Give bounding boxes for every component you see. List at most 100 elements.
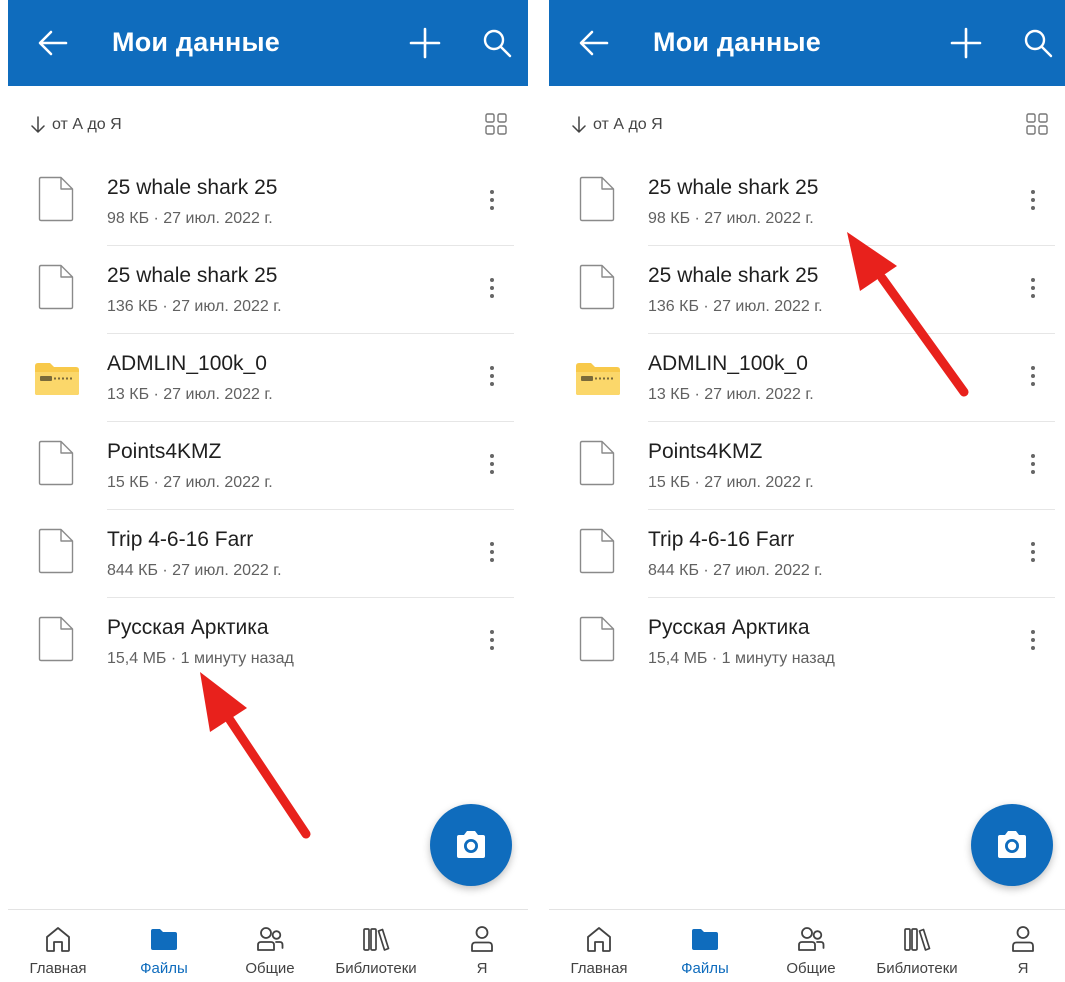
file-name: ADMLIN_100k_0 [648,352,808,375]
file-meta: 15,4 МБ · 1 минуту назад [107,650,294,667]
nav-label: Файлы [140,960,188,977]
nav-item-me[interactable]: Я [973,924,1065,977]
file-name: Points4KMZ [107,440,222,463]
camera-button[interactable] [971,804,1053,886]
nav-item-files[interactable]: Файлы [114,924,214,977]
file-meta: 15,4 МБ · 1 минуту назад [648,650,835,667]
add-icon[interactable] [949,26,983,60]
nav-item-shared[interactable]: Общие [761,924,861,977]
file-row[interactable]: Русская Арктика 15,4 МБ · 1 минуту назад [549,598,1065,686]
file-name: Русская Арктика [107,616,269,639]
page-title: Мои данные [653,27,821,57]
document-icon [579,616,615,662]
more-options-icon[interactable] [1021,362,1045,390]
more-options-icon[interactable] [480,450,504,478]
nav-item-shared[interactable]: Общие [220,924,320,977]
library-icon [904,928,931,951]
more-options-icon[interactable] [1021,186,1045,214]
file-name: 25 whale shark 25 [107,176,278,199]
document-icon [38,176,74,222]
file-name: 25 whale shark 25 [648,176,819,199]
more-options-icon[interactable] [1021,538,1045,566]
file-row[interactable]: 25 whale shark 25 136 КБ · 27 июл. 2022 … [549,246,1065,334]
page-title: Мои данные [112,27,280,57]
nav-item-home[interactable]: Главная [549,924,649,977]
file-row[interactable]: Trip 4-6-16 Farr 844 КБ · 27 июл. 2022 г… [549,510,1065,598]
document-icon [38,528,74,574]
back-arrow-icon[interactable] [577,26,611,60]
library-icon [363,928,390,951]
file-row[interactable]: 25 whale shark 25 98 КБ · 27 июл. 2022 г… [8,158,528,246]
file-name: Русская Арктика [648,616,810,639]
sort-bar: от А до Я [8,108,528,148]
sort-label: от А до Я [593,116,663,133]
file-meta: 13 КБ · 27 июл. 2022 г. [648,386,814,403]
file-name: 25 whale shark 25 [107,264,278,287]
search-icon[interactable] [482,28,512,58]
person-icon [1012,926,1034,952]
file-meta: 844 КБ · 27 июл. 2022 г. [107,562,282,579]
file-meta: 15 КБ · 27 июл. 2022 г. [107,474,273,491]
nav-item-libraries[interactable]: Библиотеки [867,924,967,977]
add-icon[interactable] [408,26,442,60]
sort-bar: от А до Я [549,108,1065,148]
file-row[interactable]: 25 whale shark 25 136 КБ · 27 июл. 2022 … [8,246,528,334]
camera-icon [998,831,1026,858]
camera-button[interactable] [430,804,512,886]
file-meta: 15 КБ · 27 июл. 2022 г. [648,474,814,491]
more-options-icon[interactable] [480,362,504,390]
file-row[interactable]: ADMLIN_100k_0 13 КБ · 27 июл. 2022 г. [8,334,528,422]
file-row[interactable]: ADMLIN_100k_0 13 КБ · 27 июл. 2022 г. [549,334,1065,422]
more-options-icon[interactable] [480,538,504,566]
nav-label: Библиотеки [335,960,417,977]
document-icon [38,440,74,486]
grid-view-icon[interactable] [1025,112,1049,136]
document-icon [579,440,615,486]
nav-item-home[interactable]: Главная [8,924,108,977]
file-row[interactable]: 25 whale shark 25 98 КБ · 27 июл. 2022 г… [549,158,1065,246]
arrow-down-icon [572,116,586,133]
more-options-icon[interactable] [480,626,504,654]
sort-label: от А до Я [52,116,122,133]
file-name: Points4KMZ [648,440,763,463]
app-bar: Мои данные [549,0,1065,86]
file-meta: 13 КБ · 27 июл. 2022 г. [107,386,273,403]
phone-screenshot-right: Мои данные от А до Я 25 whale shark 25 9… [549,0,1065,982]
bottom-navigation: Главная Файлы Общие Библиотеки Я [8,909,528,982]
sort-button[interactable]: от А до Я [30,116,122,134]
file-meta: 98 КБ · 27 июл. 2022 г. [648,210,814,227]
file-row[interactable]: Points4KMZ 15 КБ · 27 июл. 2022 г. [549,422,1065,510]
folder-icon [692,929,718,950]
arrow-down-icon [31,116,45,133]
file-row[interactable]: Points4KMZ 15 КБ · 27 июл. 2022 г. [8,422,528,510]
nav-label: Общие [786,960,836,977]
more-options-icon[interactable] [1021,274,1045,302]
more-options-icon[interactable] [1021,450,1045,478]
file-row[interactable]: Русская Арктика 15,4 МБ · 1 минуту назад [8,598,528,686]
nav-label: Библиотеки [876,960,958,977]
more-options-icon[interactable] [1021,626,1045,654]
more-options-icon[interactable] [480,186,504,214]
people-icon [257,927,284,951]
search-icon[interactable] [1023,28,1053,58]
nav-label: Главная [29,960,87,977]
document-icon [38,264,74,310]
zip-folder-icon [576,363,620,395]
file-row[interactable]: Trip 4-6-16 Farr 844 КБ · 27 июл. 2022 г… [8,510,528,598]
app-bar: Мои данные [8,0,528,86]
people-icon [798,927,825,951]
nav-item-me[interactable]: Я [432,924,528,977]
sort-button[interactable]: от А до Я [571,116,663,134]
file-meta: 136 КБ · 27 июл. 2022 г. [648,298,823,315]
file-name: Trip 4-6-16 Farr [107,528,254,551]
nav-item-files[interactable]: Файлы [655,924,755,977]
bottom-navigation: Главная Файлы Общие Библиотеки Я [549,909,1065,982]
nav-label: Я [1017,960,1029,977]
more-options-icon[interactable] [480,274,504,302]
camera-icon [457,831,485,858]
back-arrow-icon[interactable] [36,26,70,60]
folder-icon [151,929,177,950]
document-icon [38,616,74,662]
nav-item-libraries[interactable]: Библиотеки [326,924,426,977]
grid-view-icon[interactable] [484,112,508,136]
